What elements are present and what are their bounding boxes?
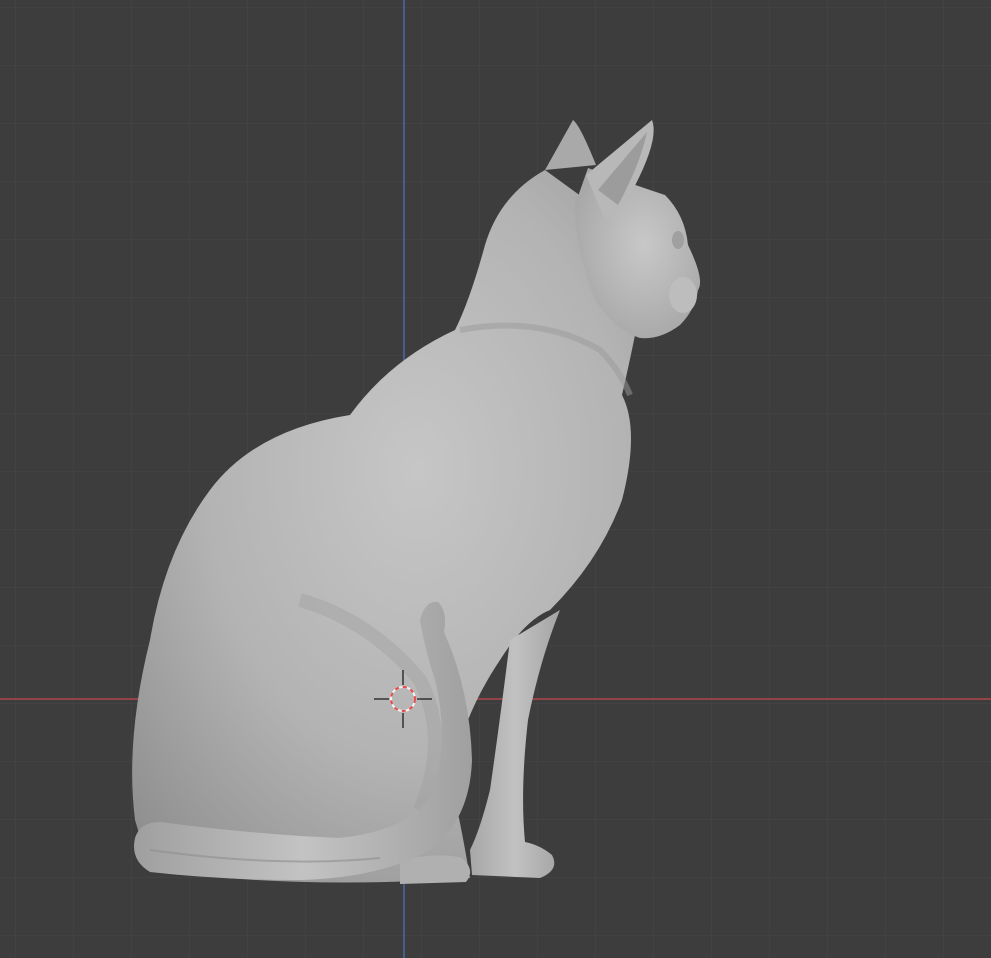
cat-eye (672, 231, 684, 249)
3d-viewport[interactable] (0, 0, 991, 958)
viewport-scene (0, 0, 991, 958)
cat-muzzle (669, 277, 697, 313)
cat-back-paw (400, 855, 471, 884)
